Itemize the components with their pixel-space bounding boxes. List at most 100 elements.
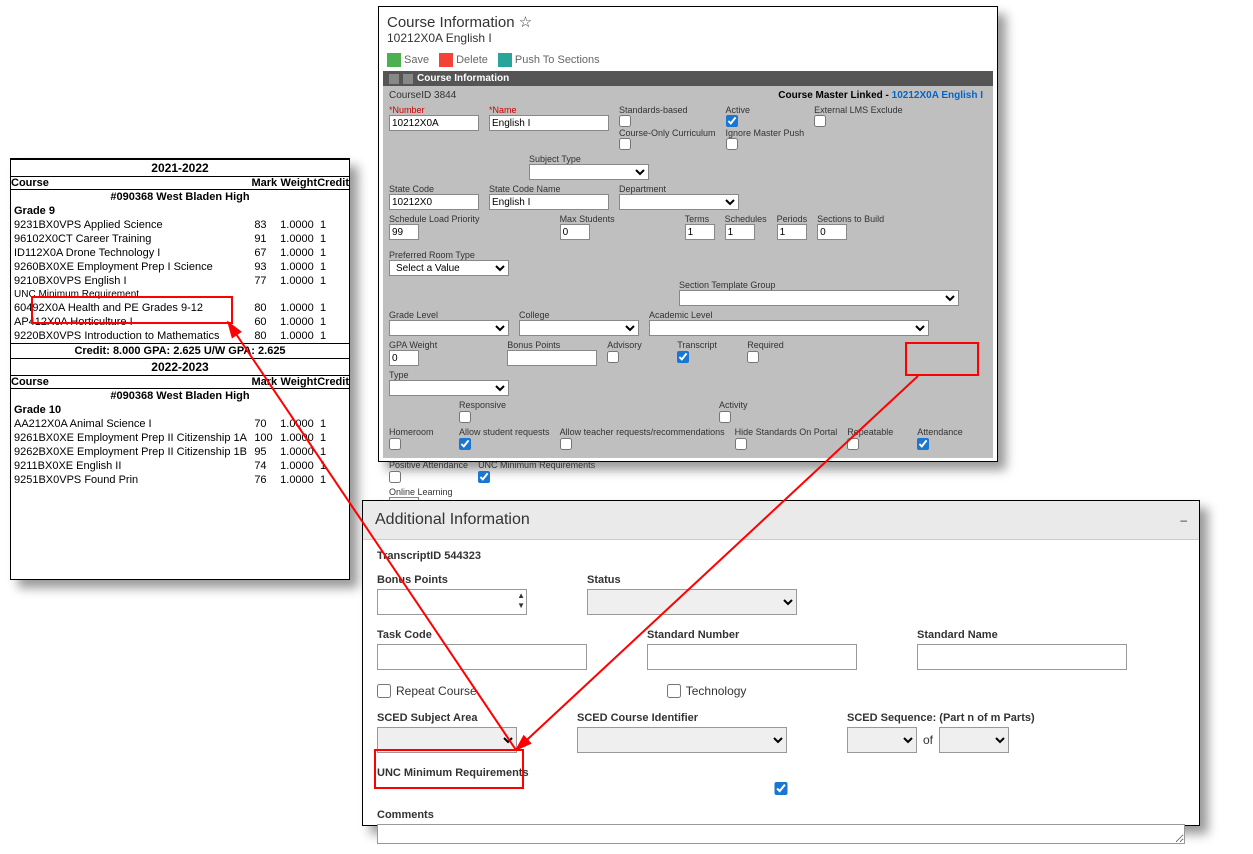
grade-9-header: Grade 9 (11, 204, 349, 218)
table-row: 9262BX0XE Employment Prep II Citizenship… (11, 445, 349, 459)
col-credit: Credit (317, 177, 349, 190)
course-info-panel: Course Information ☆ 10212X0A English I … (378, 6, 998, 462)
table-row: 60492X0A Health and PE Grades 9-12801.00… (11, 301, 349, 315)
course-id-label: CourseID 3844 (389, 90, 456, 101)
academic-level-select[interactable] (649, 320, 929, 336)
standards-based-checkbox[interactable] (619, 115, 631, 127)
table-row: 9211BX0XE English II741.00001 (11, 459, 349, 473)
plus-icon (389, 74, 399, 84)
col-course: Course (11, 177, 251, 190)
sections-input[interactable] (817, 224, 847, 240)
standard-name-input[interactable] (917, 644, 1127, 670)
col-weight: Weight (277, 376, 317, 389)
advisory-checkbox[interactable] (607, 351, 619, 363)
table-row: 9220BX0VPS Introduction to Mathematics80… (11, 329, 349, 344)
standard-number-input[interactable] (647, 644, 857, 670)
max-students-input[interactable] (560, 224, 590, 240)
credit-summary: Credit: 8.000 GPA: 2.625 U/W GPA: 2.625 (11, 344, 349, 359)
subject-type-select[interactable] (529, 164, 649, 180)
save-icon (387, 53, 401, 67)
comments-textarea[interactable] (377, 824, 1185, 844)
collapse-icon[interactable]: – (1180, 513, 1187, 527)
minus-icon (403, 74, 413, 84)
transcript-panel: 2021-2022 Course Mark Weight Credit #090… (10, 158, 350, 580)
school-header-1: #090368 West Bladen High (11, 190, 349, 205)
table-row: AP412X0A Horticulture I601.00001 (11, 315, 349, 329)
delete-button[interactable]: Delete (439, 53, 488, 67)
attendance-checkbox[interactable] (917, 438, 929, 450)
section-header[interactable]: Course Information (383, 71, 993, 86)
bonus-points-input[interactable] (377, 589, 527, 615)
periods-input[interactable] (777, 224, 807, 240)
save-button[interactable]: Save (387, 53, 429, 67)
repeatable-checkbox[interactable] (847, 438, 859, 450)
sced-seq-m-select[interactable] (939, 727, 1009, 753)
push-button[interactable]: Push To Sections (498, 53, 600, 67)
section-template-group-select[interactable] (679, 290, 959, 306)
delete-icon (439, 53, 453, 67)
course-subtitle: 10212X0A English I (379, 31, 997, 49)
gpa-weight-input[interactable] (389, 350, 419, 366)
transcript-checkbox[interactable] (677, 351, 689, 363)
number-input[interactable] (389, 115, 479, 131)
col-credit: Credit (317, 376, 349, 389)
sced-course-identifier-select[interactable] (577, 727, 787, 753)
hide-standards-checkbox[interactable] (735, 438, 747, 450)
task-code-input[interactable] (377, 644, 587, 670)
allow-student-requests-checkbox[interactable] (459, 438, 471, 450)
table-row: 9251BX0VPS Found Prin761.00001 (11, 473, 349, 487)
ignore-master-push-checkbox[interactable] (726, 138, 738, 150)
external-lms-exclude-checkbox[interactable] (814, 115, 826, 127)
schedule-load-priority-input[interactable] (389, 224, 419, 240)
name-input[interactable] (489, 115, 609, 131)
up-arrow-icon[interactable]: ▲ (517, 591, 525, 601)
sced-seq-n-select[interactable] (847, 727, 917, 753)
additional-info-header[interactable]: Additional Information – (363, 501, 1199, 540)
unc-minimum-requirements-checkbox-ai[interactable] (377, 782, 1185, 795)
responsive-checkbox[interactable] (459, 411, 471, 423)
bonus-points-stepper[interactable]: ▲▼ (377, 589, 527, 615)
page-title: Course Information ☆ (379, 7, 997, 31)
state-code-name-input[interactable] (489, 194, 609, 210)
table-row: 9261BX0XE Employment Prep II Citizenship… (11, 431, 349, 445)
college-select[interactable] (519, 320, 639, 336)
table-row: 96102X0CT Career Training911.00001 (11, 232, 349, 246)
department-select[interactable] (619, 194, 739, 210)
repeat-course-checkbox[interactable] (377, 684, 391, 698)
terms-input[interactable] (685, 224, 715, 240)
sced-subject-area-select[interactable] (377, 727, 517, 753)
col-mark: Mark (251, 177, 277, 190)
positive-attendance-checkbox[interactable] (389, 471, 401, 483)
year-header-2: 2022-2023 (11, 359, 349, 376)
course-only-curriculum-checkbox[interactable] (619, 138, 631, 150)
type-select[interactable] (389, 380, 509, 396)
grade-level-select[interactable] (389, 320, 509, 336)
homeroom-checkbox[interactable] (389, 438, 401, 450)
table-row: AA212X0A Animal Science I701.00001 (11, 417, 349, 431)
status-select[interactable] (587, 589, 797, 615)
additional-info-panel: Additional Information – TranscriptID 54… (362, 500, 1200, 826)
preferred-room-type-select[interactable]: Select a Value (389, 260, 509, 276)
allow-teacher-requests-checkbox[interactable] (560, 438, 572, 450)
state-code-input[interactable] (389, 194, 479, 210)
technology-checkbox[interactable] (667, 684, 681, 698)
activity-checkbox[interactable] (719, 411, 731, 423)
push-icon (498, 53, 512, 67)
course-master-link[interactable]: 10212X0A English I (892, 90, 983, 101)
course-form: CourseID 3844 Course Master Linked - 102… (383, 86, 993, 458)
schedules-input[interactable] (725, 224, 755, 240)
bonus-points-input[interactable] (507, 350, 597, 366)
col-weight: Weight (277, 177, 317, 190)
school-header-2: #090368 West Bladen High (11, 389, 349, 404)
additional-info-title: Additional Information (375, 511, 530, 529)
active-checkbox[interactable] (726, 115, 738, 127)
table-row: ID112X0A Drone Technology I671.00001 (11, 246, 349, 260)
table-row: 9231BX0VPS Applied Science831.00001 (11, 218, 349, 232)
transcript-id-label: TranscriptID 544323 (377, 550, 1185, 562)
grade-10-header: Grade 10 (11, 403, 349, 417)
col-mark: Mark (251, 376, 277, 389)
down-arrow-icon[interactable]: ▼ (517, 601, 525, 611)
required-checkbox[interactable] (747, 351, 759, 363)
unc-minimum-requirements-checkbox[interactable] (478, 471, 490, 483)
col-course: Course (11, 376, 251, 389)
